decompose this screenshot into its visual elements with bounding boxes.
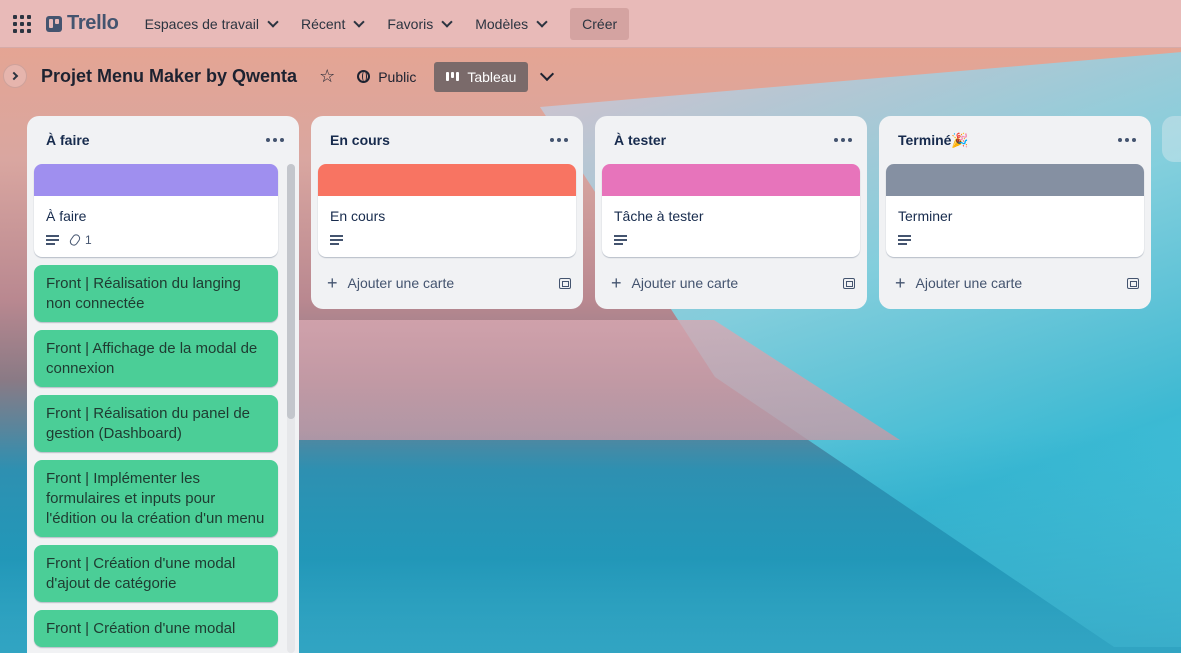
card[interactable]: À faire 1 — [34, 164, 278, 257]
card-title: Front | Implémenter les formulaires et i… — [46, 470, 265, 527]
add-card-button[interactable]: + Ajouter une carte — [327, 274, 454, 292]
card-badges — [330, 231, 564, 249]
card[interactable]: Front | Création d'une modal d'ajout de … — [34, 545, 278, 602]
card[interactable]: Tâche à tester — [602, 164, 860, 257]
card-cover — [318, 164, 576, 196]
nav-label: Favoris — [387, 15, 434, 32]
nav-recent[interactable]: Récent — [289, 8, 375, 40]
add-list-stub[interactable] — [1162, 116, 1181, 162]
card[interactable]: Terminer — [886, 164, 1144, 257]
plus-icon: + — [895, 273, 906, 293]
plus-icon: + — [611, 273, 622, 293]
visibility-label: Public — [378, 68, 417, 85]
add-card-row: + Ajouter une carte — [879, 265, 1151, 301]
add-card-label: Ajouter une carte — [347, 275, 455, 291]
card-title: Front | Création d'une modal — [46, 620, 236, 637]
add-card-row: + Ajouter une carte — [595, 265, 867, 301]
list-header: À tester — [595, 116, 867, 164]
plus-icon: + — [327, 273, 338, 293]
chevron-down-icon — [536, 15, 548, 28]
card[interactable]: Front | Réalisation du langing non conne… — [34, 265, 278, 322]
add-card-row: + Ajouter une carte — [311, 265, 583, 301]
app-switcher-icon[interactable] — [10, 12, 34, 36]
card[interactable]: Front | Affichage de la modal de connexi… — [34, 330, 278, 387]
trello-logo-icon — [46, 15, 62, 32]
card-template-icon[interactable] — [559, 277, 571, 289]
card-title: Front | Réalisation du langing non conne… — [46, 275, 241, 312]
list-title[interactable]: À tester — [614, 132, 666, 148]
card-title: À faire — [46, 208, 87, 224]
card-title: En cours — [330, 208, 386, 224]
card-title: Terminer — [898, 208, 953, 224]
list-scrollbar-thumb[interactable] — [287, 164, 295, 419]
description-icon — [614, 235, 627, 245]
card-cover — [602, 164, 860, 196]
nav-label: Récent — [300, 15, 346, 32]
chevron-down-icon — [353, 15, 365, 28]
paperclip-icon — [68, 232, 82, 248]
card-badges: 1 — [46, 231, 266, 249]
card[interactable]: Front | Création d'une modal — [34, 610, 278, 647]
list-todo: À faire À faire 1 Front | Réalisation du… — [27, 116, 299, 653]
description-icon — [46, 235, 59, 245]
list-header: Terminé🎉 — [879, 116, 1151, 164]
list-header: En cours — [311, 116, 583, 164]
card[interactable]: Front | Réalisation du panel de gestion … — [34, 395, 278, 452]
board-header: Projet Menu Maker by Qwenta ☆ Public Tab… — [0, 48, 1181, 105]
add-card-label: Ajouter une carte — [631, 275, 739, 291]
add-card-button[interactable]: + Ajouter une carte — [611, 274, 738, 292]
more-options-icon[interactable] — [1111, 124, 1143, 156]
trello-logo[interactable]: Trello — [46, 12, 119, 35]
card-cover — [886, 164, 1144, 196]
nav-label: Espaces de travail — [144, 15, 259, 32]
nav-label: Modèles — [475, 15, 529, 32]
description-icon — [898, 235, 911, 245]
top-navigation-bar: Trello Espaces de travail Récent Favoris… — [0, 0, 1181, 48]
board-view-icon — [446, 72, 460, 81]
chevron-down-icon — [267, 15, 279, 28]
card-title: Front | Affichage de la modal de connexi… — [46, 340, 258, 377]
card-template-icon[interactable] — [1127, 277, 1139, 289]
more-options-icon[interactable] — [827, 124, 859, 156]
card-cover — [34, 164, 278, 196]
list-title[interactable]: En cours — [330, 132, 390, 148]
star-icon[interactable]: ☆ — [319, 66, 335, 87]
list-title[interactable]: À faire — [46, 132, 90, 148]
add-card-label: Ajouter une carte — [915, 275, 1023, 291]
nav-workspaces[interactable]: Espaces de travail — [133, 8, 289, 40]
attachment-count: 1 — [85, 233, 92, 247]
list-done: Terminé🎉 Terminer + Ajouter une carte — [879, 116, 1151, 309]
create-button[interactable]: Créer — [570, 7, 630, 40]
card-title: Tâche à tester — [614, 208, 704, 224]
list-title[interactable]: Terminé🎉 — [898, 132, 969, 149]
app-name: Trello — [67, 12, 119, 34]
attachment-badge: 1 — [68, 232, 92, 248]
card-template-icon[interactable] — [843, 277, 855, 289]
more-options-icon[interactable] — [543, 124, 575, 156]
list-header: À faire — [27, 116, 299, 164]
list-in-progress: En cours En cours + Ajouter une carte — [311, 116, 583, 309]
card-title: Front | Réalisation du panel de gestion … — [46, 405, 251, 442]
globe-icon — [357, 70, 371, 83]
description-icon — [330, 235, 343, 245]
card-badges — [898, 231, 1132, 249]
board-view-button[interactable]: Tableau — [434, 61, 529, 92]
card[interactable]: Front | Implémenter les formulaires et i… — [34, 460, 278, 537]
add-card-button[interactable]: + Ajouter une carte — [895, 274, 1022, 292]
more-options-icon[interactable] — [259, 124, 291, 156]
card-title: Front | Création d'une modal d'ajout de … — [46, 555, 236, 592]
chevron-down-icon[interactable] — [540, 66, 555, 81]
visibility-button[interactable]: Public — [357, 69, 416, 85]
card-badges — [614, 231, 848, 249]
chevron-down-icon — [441, 15, 453, 28]
nav-starred[interactable]: Favoris — [375, 8, 463, 40]
card[interactable]: En cours — [318, 164, 576, 257]
nav-templates[interactable]: Modèles — [463, 8, 558, 40]
view-label: Tableau — [467, 68, 517, 85]
list-to-test: À tester Tâche à tester + Ajouter une ca… — [595, 116, 867, 309]
board-title[interactable]: Projet Menu Maker by Qwenta — [41, 66, 297, 87]
